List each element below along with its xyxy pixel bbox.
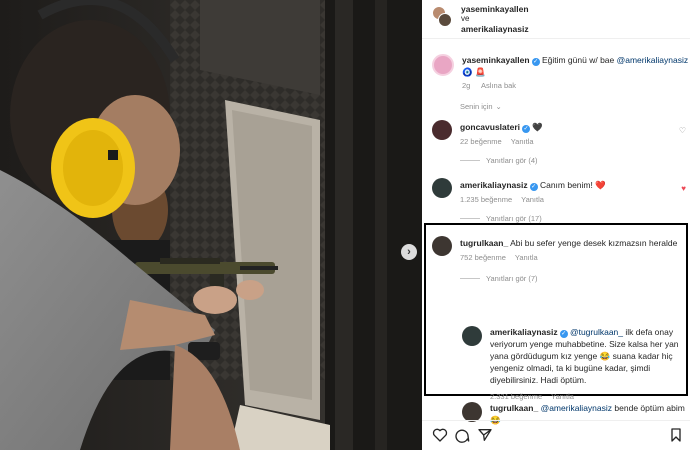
post-photo: › bbox=[0, 0, 422, 450]
reply-text-line: yana gördüdugum kız yenge 😂 suana kadar … bbox=[490, 351, 673, 361]
action-bar bbox=[422, 420, 690, 450]
caption-emojis: 🧿 🚨 bbox=[462, 67, 486, 77]
verified-icon: ✓ bbox=[522, 125, 530, 133]
caption: yaseminkayallen ✓ Eğitim günü w/ bae @ame… bbox=[462, 54, 690, 90]
comment-text: 🖤 bbox=[532, 122, 543, 132]
reply-button[interactable]: Yanıtla bbox=[551, 392, 574, 401]
bookmark-icon[interactable] bbox=[668, 427, 684, 443]
reply-text-line: veriyorum yenge muhabbetine. Size kalsa … bbox=[490, 339, 679, 349]
reply-text-line: yengeniz olmadi, ta ki bugüne kadar, şim… bbox=[490, 363, 651, 373]
comment-likes[interactable]: 1.235 beğenme bbox=[460, 195, 512, 204]
comment-mention[interactable]: @amerikaliaynasiz bbox=[541, 403, 612, 413]
avatar bbox=[438, 13, 452, 27]
reply-button[interactable]: Yanıtla bbox=[515, 253, 538, 262]
view-replies-link[interactable]: Yanıtları gör (17) bbox=[460, 214, 542, 223]
comment-icon[interactable] bbox=[454, 427, 470, 443]
verified-icon: ✓ bbox=[531, 58, 540, 66]
comment-username[interactable]: amerikaliaynasiz bbox=[460, 180, 528, 190]
avatar[interactable] bbox=[462, 402, 482, 422]
reply-button[interactable]: Yanıtla bbox=[521, 195, 544, 204]
view-replies-label: Yanıtları gör (17) bbox=[486, 214, 542, 223]
avatar[interactable] bbox=[432, 236, 452, 256]
comment-likes[interactable]: 22 beğenme bbox=[460, 137, 502, 146]
collab-avatars[interactable] bbox=[432, 6, 452, 28]
next-image-button[interactable]: › bbox=[401, 244, 417, 260]
comments-panel: yaseminkayallen ve amerikaliaynasiz yase… bbox=[422, 0, 690, 450]
caption-username[interactable]: yaseminkayallen bbox=[462, 55, 530, 65]
header-user-1[interactable]: yaseminkayallen bbox=[461, 4, 529, 14]
share-icon[interactable] bbox=[477, 427, 493, 443]
avatar[interactable] bbox=[432, 178, 452, 198]
reply-comment: amerikaliaynasiz ✓ @tugrulkaan_ ilk defa … bbox=[490, 326, 684, 401]
chevron-right-icon: › bbox=[407, 245, 411, 258]
view-replies-link[interactable]: Yanıtları gör (4) bbox=[460, 156, 538, 165]
reply-likes[interactable]: 2.331 beğenme bbox=[490, 392, 542, 401]
comment-text: Canım benim! ❤️ bbox=[539, 180, 606, 190]
comment-username[interactable]: goncavuslateri bbox=[460, 122, 520, 132]
post-header: yaseminkayallen ve amerikaliaynasiz bbox=[461, 4, 529, 34]
comment-text: bende öptüm abim bbox=[614, 403, 685, 413]
header-user-2[interactable]: amerikaliaynasiz bbox=[461, 24, 529, 34]
heart-icon[interactable] bbox=[432, 427, 448, 443]
avatar[interactable] bbox=[432, 120, 452, 140]
reply-username[interactable]: amerikaliaynasiz bbox=[490, 327, 558, 337]
reply-mention[interactable]: @tugrulkaan_ bbox=[570, 327, 623, 337]
avatar[interactable] bbox=[462, 326, 482, 346]
verified-icon: ✓ bbox=[559, 330, 568, 338]
divider bbox=[422, 38, 690, 39]
see-translation-link[interactable]: Aslına bak bbox=[481, 81, 516, 90]
caption-time: 2g bbox=[462, 81, 471, 90]
header-joiner: ve bbox=[461, 14, 470, 23]
sort-dropdown[interactable]: Senin için ⌄ bbox=[460, 102, 511, 111]
view-replies-label: Yanıtları gör (4) bbox=[486, 156, 538, 165]
liked-heart-icon[interactable]: ♥ bbox=[681, 184, 686, 193]
comment-username[interactable]: tugrulkaan_ bbox=[460, 238, 508, 248]
sort-label: Senin için bbox=[460, 102, 493, 111]
comment-username[interactable]: tugrulkaan_ bbox=[490, 403, 538, 413]
like-comment-icon[interactable]: ♡ bbox=[679, 126, 686, 135]
view-replies-link[interactable]: Yanıtları gör (7) bbox=[460, 274, 538, 283]
verified-icon: ✓ bbox=[529, 183, 538, 191]
chevron-down-icon: ⌄ bbox=[495, 102, 502, 111]
comment-text: Abi bu sefer yenge desek kızmazsın heral… bbox=[510, 238, 678, 248]
caption-mention[interactable]: @amerikaliaynasiz bbox=[617, 55, 688, 65]
avatar[interactable] bbox=[432, 54, 454, 76]
comment: tugrulkaan_ Abi bu sefer yenge desek kız… bbox=[460, 237, 682, 262]
reply-button[interactable]: Yanıtla bbox=[511, 137, 534, 146]
comment: goncavuslateri ✓ 🖤 22 beğenme Yanıtla bbox=[460, 121, 682, 146]
view-replies-label: Yanıtları gör (7) bbox=[486, 274, 538, 283]
shooting-range-image bbox=[0, 0, 422, 450]
reply-text-line: ilk defa onay bbox=[625, 327, 674, 337]
comment-likes[interactable]: 752 beğenme bbox=[460, 253, 506, 262]
reply-text-line: diyebilirsiniz. Hadi öptüm. bbox=[490, 375, 587, 385]
caption-text: Eğitim günü w/ bae bbox=[541, 55, 615, 65]
comment: amerikaliaynasiz ✓ Canım benim! ❤️ 1.235 … bbox=[460, 179, 682, 204]
